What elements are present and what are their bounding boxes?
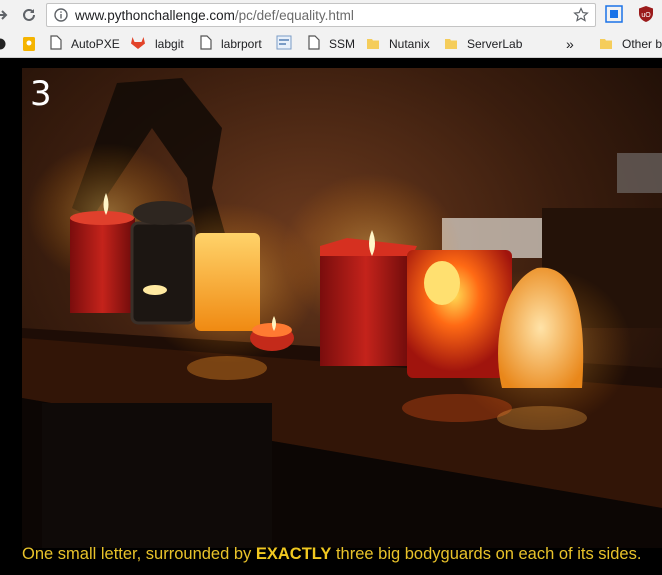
candles-photo	[22, 68, 662, 548]
bookmark-image[interactable]	[276, 30, 301, 58]
forward-arrow-icon[interactable]	[0, 4, 12, 26]
reload-icon[interactable]	[18, 4, 40, 26]
address-bar[interactable]: www.pythonchallenge.com/pc/def/equality.…	[46, 3, 596, 27]
github-icon[interactable]	[0, 30, 8, 58]
gitlab-icon	[130, 35, 146, 53]
bookmark-autopxe[interactable]: AutoPXE	[50, 30, 120, 58]
page-icon	[200, 35, 212, 53]
page-content	[0, 58, 662, 575]
page-icon	[308, 35, 320, 53]
bookmark-ssm[interactable]: SSM	[308, 30, 355, 58]
ublock-extension-icon[interactable]: uO	[637, 5, 657, 25]
folder-icon	[444, 36, 458, 53]
page-icon	[50, 35, 62, 53]
level-number: 3	[30, 74, 52, 114]
svg-text:uO: uO	[641, 12, 651, 19]
info-icon[interactable]	[54, 8, 68, 27]
bookmarks-bar: AutoPXE labgit labrport SSM Nutanix Serv…	[0, 30, 662, 58]
folder-icon	[366, 36, 380, 53]
bookmark-labgit[interactable]: labgit	[130, 30, 184, 58]
browser-toolbar: www.pythonchallenge.com/pc/def/equality.…	[0, 0, 662, 30]
bookmark-other-bookmarks[interactable]: Other b	[599, 30, 662, 58]
folder-icon	[599, 36, 613, 53]
bookmark-star-icon[interactable]	[573, 7, 589, 28]
keep-icon[interactable]	[22, 30, 36, 58]
bookmarks-overflow-button[interactable]: »	[566, 30, 574, 58]
url-text[interactable]: www.pythonchallenge.com/pc/def/equality.…	[75, 8, 354, 23]
bookmark-serverlab[interactable]: ServerLab	[444, 30, 522, 58]
image-icon	[276, 35, 292, 53]
bookmark-labrport[interactable]: labrport	[200, 30, 262, 58]
bookmark-nutanix[interactable]: Nutanix	[366, 30, 430, 58]
riddle-caption: One small letter, surrounded by EXACTLY …	[22, 545, 642, 563]
screenshot-extension-icon[interactable]	[605, 5, 625, 25]
